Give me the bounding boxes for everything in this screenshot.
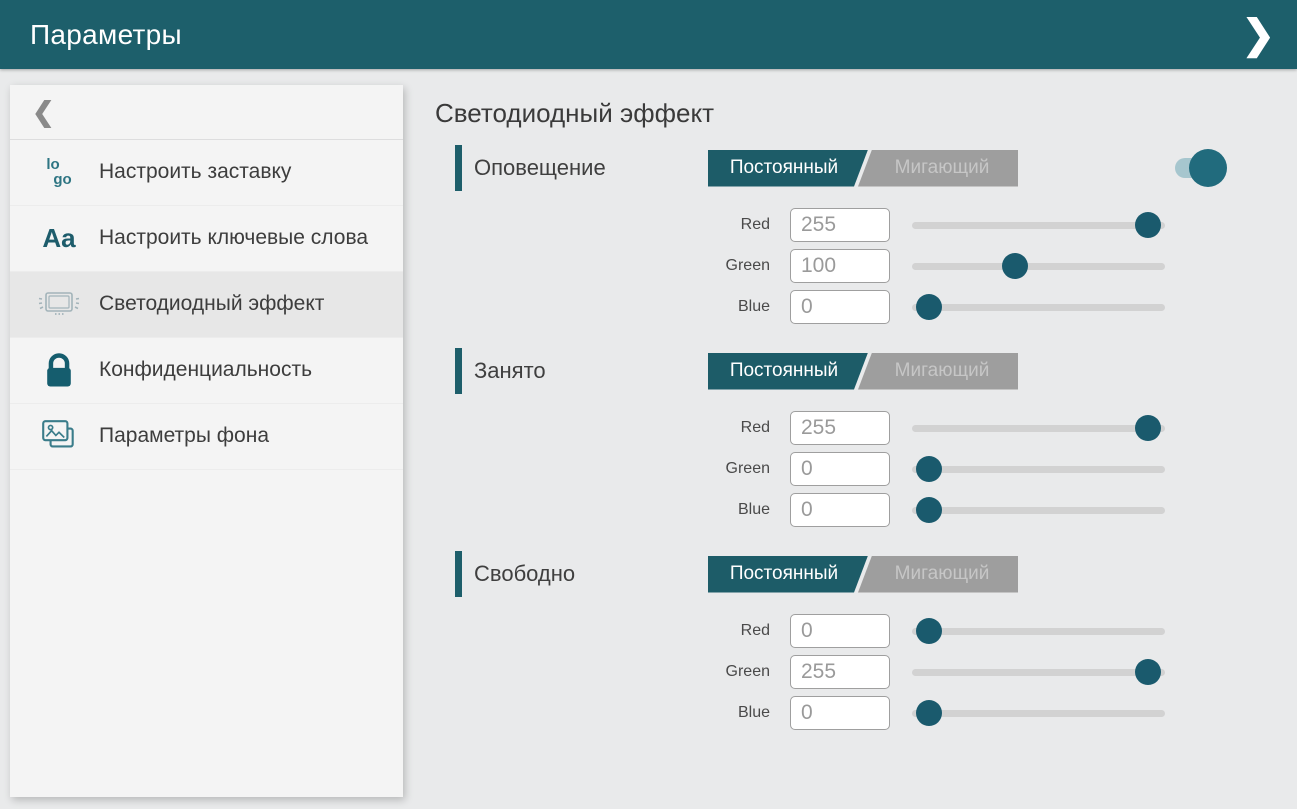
section-busy: Занято Постоянный Мигающий Red Green Blu…: [435, 348, 1297, 527]
red-slider[interactable]: [912, 212, 1165, 238]
sidebar-item-keywords[interactable]: Aa Настроить ключевые слова: [10, 206, 403, 272]
section-label: Оповещение: [474, 155, 708, 181]
blue-slider[interactable]: [912, 294, 1165, 320]
green-value-input[interactable]: [790, 452, 890, 486]
sidebar-item-label: Светодиодный эффект: [99, 291, 324, 317]
red-value-input[interactable]: [790, 208, 890, 242]
red-slider[interactable]: [912, 415, 1165, 441]
sidebar-item-label: Настроить ключевые слова: [99, 225, 368, 251]
slider-thumb[interactable]: [916, 294, 942, 320]
channel-row-red: Red: [435, 411, 1297, 445]
channel-row-blue: Blue: [435, 696, 1297, 730]
blue-slider[interactable]: [912, 700, 1165, 726]
channel-row-blue: Blue: [435, 493, 1297, 527]
notification-toggle[interactable]: [1175, 158, 1217, 178]
toggle-knob: [1189, 149, 1227, 187]
channel-row-blue: Blue: [435, 290, 1297, 324]
slider-thumb[interactable]: [1002, 253, 1028, 279]
section-free: Свободно Постоянный Мигающий Red Green B…: [435, 551, 1297, 730]
green-slider[interactable]: [912, 253, 1165, 279]
sidebar-item-label: Настроить заставку: [99, 159, 291, 185]
section-accent-bar: [455, 145, 462, 191]
slider-thumb[interactable]: [916, 497, 942, 523]
keywords-aa-icon: Aa: [35, 223, 83, 254]
chevron-left-icon: ❮: [32, 97, 55, 128]
channel-label: Blue: [435, 298, 790, 316]
collapse-panel-icon[interactable]: ❯: [1241, 15, 1275, 55]
slider-thumb[interactable]: [916, 456, 942, 482]
section-notification: Оповещение Постоянный Мигающий Red Green: [435, 145, 1297, 324]
channel-row-green: Green: [435, 655, 1297, 689]
led-monitor-icon: [35, 286, 83, 324]
red-slider[interactable]: [912, 618, 1165, 644]
sidebar-item-privacy[interactable]: Конфиденциальность: [10, 338, 403, 404]
green-value-input[interactable]: [790, 249, 890, 283]
channel-row-red: Red: [435, 614, 1297, 648]
main-title: Светодиодный эффект: [435, 98, 1297, 129]
green-slider[interactable]: [912, 659, 1165, 685]
green-value-input[interactable]: [790, 655, 890, 689]
slider-thumb[interactable]: [916, 700, 942, 726]
channel-label: Red: [435, 419, 790, 437]
sidebar-item-label: Конфиденциальность: [99, 357, 312, 383]
mode-blinking-button[interactable]: Мигающий: [858, 150, 1018, 187]
channel-label: Blue: [435, 704, 790, 722]
channel-label: Green: [435, 663, 790, 681]
channel-label: Green: [435, 257, 790, 275]
mode-segmented-control: Постоянный Мигающий: [708, 556, 1018, 593]
channel-label: Green: [435, 460, 790, 478]
sidebar-back-button[interactable]: ❮: [10, 85, 403, 140]
section-accent-bar: [455, 348, 462, 394]
main-content: Светодиодный эффект Оповещение Постоянны…: [435, 98, 1297, 754]
sidebar-item-led-effect[interactable]: Светодиодный эффект: [10, 272, 403, 338]
background-image-icon: [35, 417, 83, 457]
channel-row-green: Green: [435, 452, 1297, 486]
app-header: Параметры ❯: [0, 0, 1297, 69]
channel-label: Blue: [435, 501, 790, 519]
lock-icon: [35, 353, 83, 389]
blue-slider[interactable]: [912, 497, 1165, 523]
red-value-input[interactable]: [790, 614, 890, 648]
channel-row-red: Red: [435, 208, 1297, 242]
mode-constant-button[interactable]: Постоянный: [708, 150, 868, 187]
mode-segmented-control: Постоянный Мигающий: [708, 353, 1018, 390]
sidebar: ❮ logo Настроить заставку Aa Настроить к…: [10, 85, 403, 797]
mode-blinking-button[interactable]: Мигающий: [858, 353, 1018, 390]
slider-thumb[interactable]: [1135, 659, 1161, 685]
sidebar-item-screensaver[interactable]: logo Настроить заставку: [10, 140, 403, 206]
red-value-input[interactable]: [790, 411, 890, 445]
channel-label: Red: [435, 622, 790, 640]
section-label: Свободно: [474, 561, 708, 587]
section-accent-bar: [455, 551, 462, 597]
sidebar-item-background[interactable]: Параметры фона: [10, 404, 403, 470]
sidebar-item-label: Параметры фона: [99, 423, 269, 449]
slider-thumb[interactable]: [916, 618, 942, 644]
slider-thumb[interactable]: [1135, 415, 1161, 441]
section-label: Занято: [474, 358, 708, 384]
blue-value-input[interactable]: [790, 290, 890, 324]
page-title: Параметры: [0, 19, 182, 51]
channel-label: Red: [435, 216, 790, 234]
logo-icon: logo: [35, 158, 83, 187]
mode-blinking-button[interactable]: Мигающий: [858, 556, 1018, 593]
blue-value-input[interactable]: [790, 696, 890, 730]
blue-value-input[interactable]: [790, 493, 890, 527]
channel-row-green: Green: [435, 249, 1297, 283]
mode-segmented-control: Постоянный Мигающий: [708, 150, 1018, 187]
mode-constant-button[interactable]: Постоянный: [708, 353, 868, 390]
slider-thumb[interactable]: [1135, 212, 1161, 238]
mode-constant-button[interactable]: Постоянный: [708, 556, 868, 593]
green-slider[interactable]: [912, 456, 1165, 482]
